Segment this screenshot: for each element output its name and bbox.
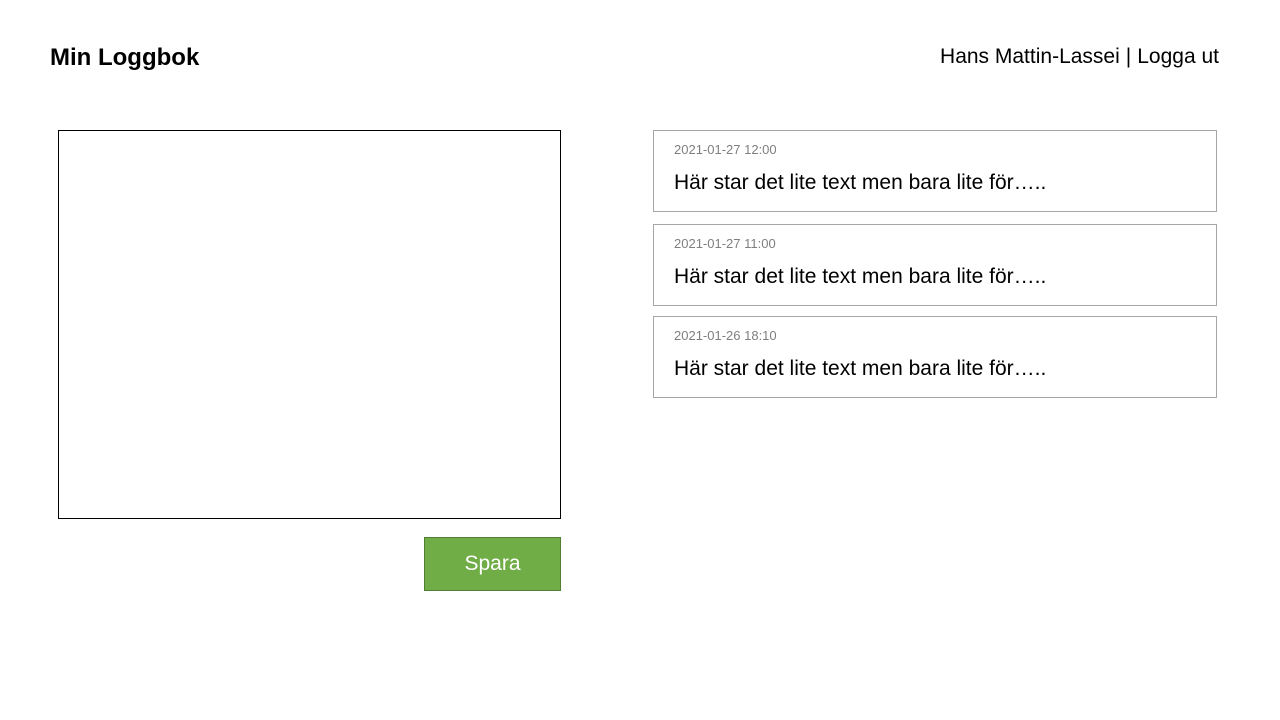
log-entry-item[interactable]: 2021-01-26 18:10 Här star det lite text …	[653, 316, 1217, 398]
log-entry-date: 2021-01-26 18:10	[674, 328, 777, 343]
user-name: Hans Mattin-Lassei	[940, 45, 1120, 68]
save-button[interactable]: Spara	[424, 537, 561, 591]
log-entry-date: 2021-01-27 11:00	[674, 236, 776, 251]
log-entry-textarea[interactable]	[58, 130, 561, 519]
log-entry-preview: Här star det lite text men bara lite för…	[674, 265, 1047, 288]
log-entry-preview: Här star det lite text men bara lite för…	[674, 171, 1047, 194]
logout-link[interactable]: Logga ut	[1137, 45, 1219, 68]
page-title: Min Loggbok	[50, 44, 200, 71]
log-entry-preview: Här star det lite text men bara lite för…	[674, 357, 1047, 380]
log-entry-date: 2021-01-27 12:00	[674, 142, 777, 157]
log-entry-item[interactable]: 2021-01-27 11:00 Här star det lite text …	[653, 224, 1217, 306]
log-entry-item[interactable]: 2021-01-27 12:00 Här star det lite text …	[653, 130, 1217, 212]
user-area: Hans Mattin-Lassei | Logga ut	[940, 42, 1219, 72]
user-separator: |	[1125, 45, 1132, 68]
